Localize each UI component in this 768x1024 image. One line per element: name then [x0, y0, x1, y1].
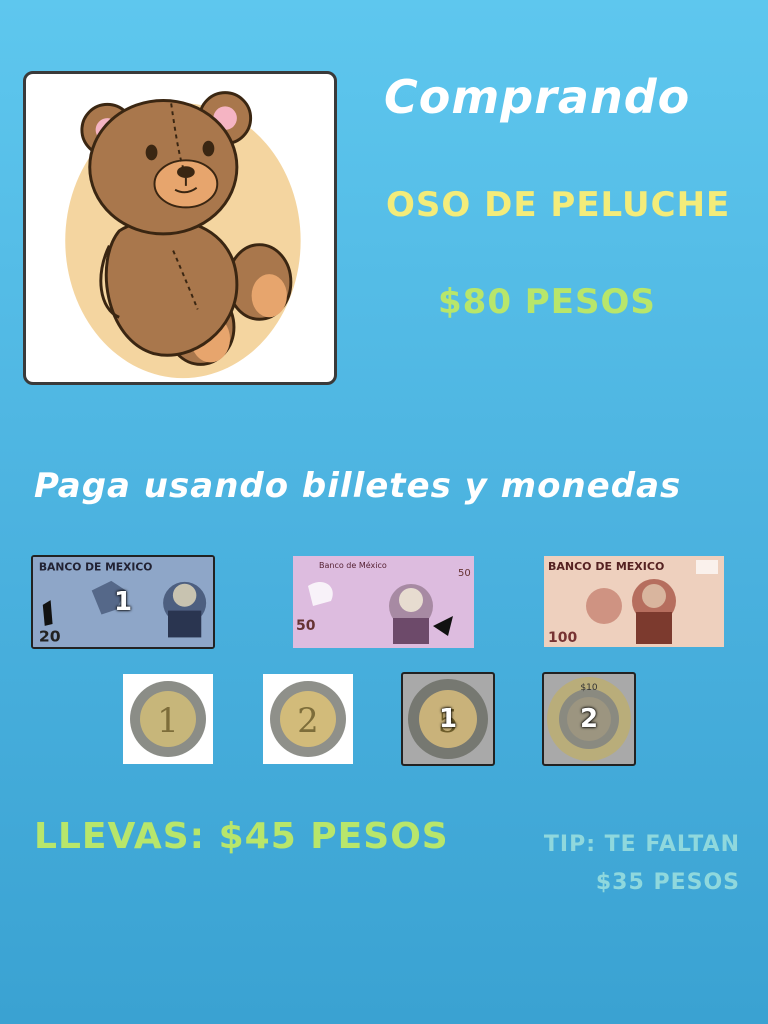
bill-20-count-badge: 1 [113, 587, 133, 617]
svg-text:100: 100 [548, 630, 577, 646]
instructions-text: Paga usando billetes y monedas [34, 466, 682, 506]
svg-text:20: 20 [39, 627, 61, 645]
svg-text:BANCO DE MEXICO: BANCO DE MEXICO [39, 561, 153, 574]
svg-text:50: 50 [296, 618, 316, 634]
coin-1-icon: 1 [130, 681, 206, 757]
coin-5-count-badge: 1 [438, 704, 458, 734]
product-price: $80 PESOS [438, 282, 656, 322]
bill-100-icon: BANCO DE MEXICO 100 [544, 556, 724, 647]
tip-text: TIP: TE FALTAN $35 PESOS [544, 826, 740, 902]
bill-20-button[interactable]: BANCO DE MEXICO 20 1 [31, 555, 215, 649]
coin-2-icon: 2 [270, 681, 346, 757]
svg-text:50: 50 [458, 568, 471, 579]
tip-line-2: $35 PESOS [595, 870, 740, 895]
product-name: OSO DE PELUCHE [386, 185, 731, 225]
bill-50-icon: Banco de México 50 50 [293, 556, 474, 648]
coin-10-button[interactable]: $10 2 [542, 672, 636, 766]
bill-100-button[interactable]: BANCO DE MEXICO 100 [544, 556, 724, 647]
svg-text:Banco de México: Banco de México [319, 560, 387, 570]
page-title: Comprando [384, 70, 691, 124]
tip-line-1: TIP: TE FALTAN [543, 832, 740, 857]
svg-text:1: 1 [157, 701, 179, 741]
svg-text:BANCO DE MEXICO: BANCO DE MEXICO [548, 560, 664, 573]
coin-1-button[interactable]: 1 [123, 674, 213, 764]
coin-2-button[interactable]: 2 [263, 674, 353, 764]
bill-50-button[interactable]: Banco de México 50 50 [293, 556, 474, 648]
teddy-bear-icon [65, 91, 301, 379]
coin-10-count-badge: 2 [579, 704, 599, 734]
product-image-card [23, 71, 337, 385]
svg-text:2: 2 [297, 701, 319, 741]
svg-text:$10: $10 [580, 683, 597, 693]
coin-5-button[interactable]: 5 1 [401, 672, 495, 766]
amount-carried: LLEVAS: $45 PESOS [34, 816, 449, 857]
